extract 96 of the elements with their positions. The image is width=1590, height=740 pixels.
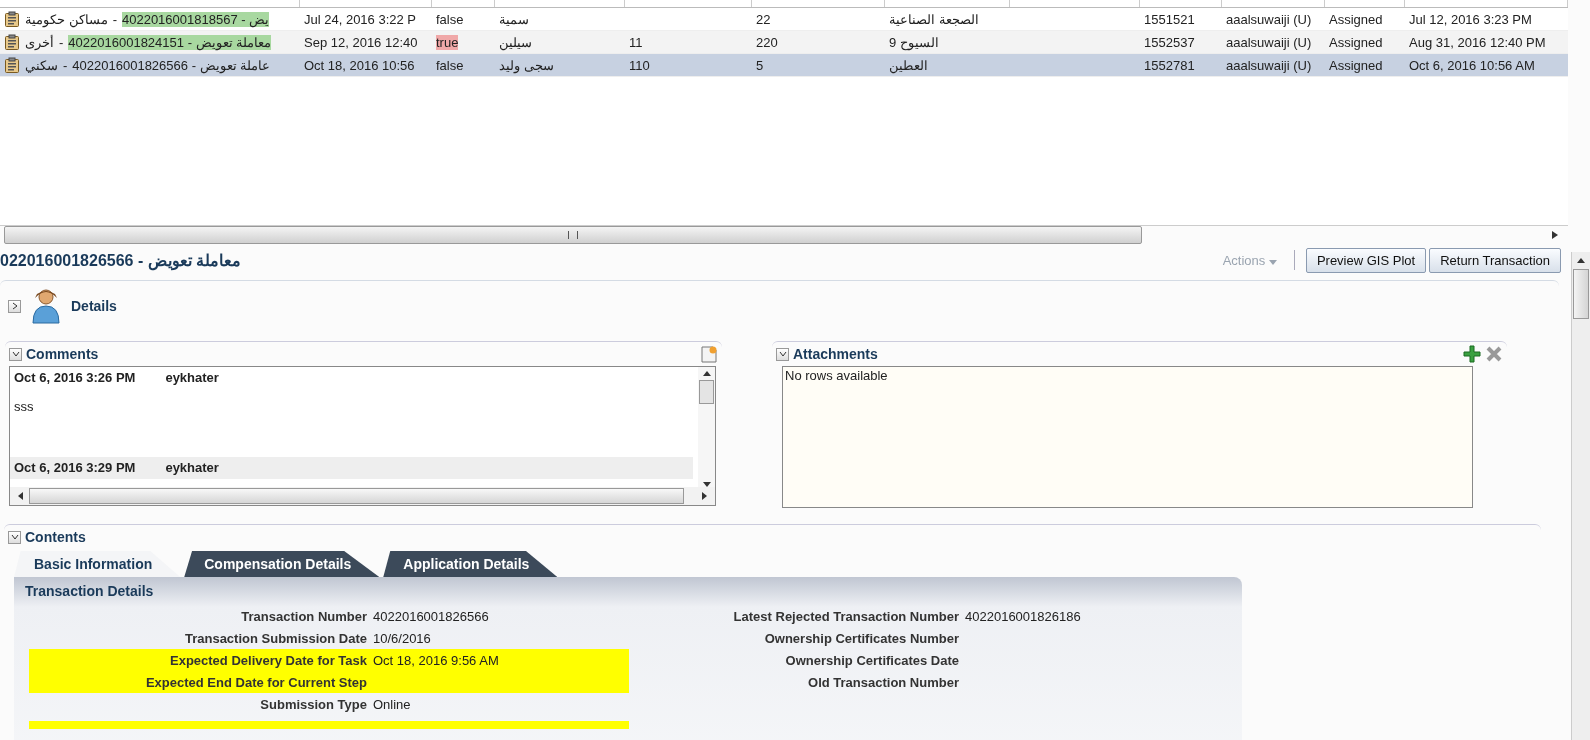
table-cell: العطين	[889, 57, 928, 73]
scroll-up-icon[interactable]	[1577, 258, 1585, 263]
table-cell: aaalsuwaiji (U)	[1226, 57, 1312, 73]
chevron-icon	[778, 350, 787, 358]
section-title: Transaction Details	[24, 583, 155, 601]
table-cell: Jul 12, 2016 3:23 PM	[1409, 11, 1532, 27]
comment-date: Oct 6, 2016 3:26 PM	[14, 369, 136, 385]
transaction-title: 022016001826566 - معاملة تعويض	[0, 250, 242, 270]
table-cell: 4022016001826566 - عاملة تعويض	[72, 57, 271, 73]
comment-author: eykhater	[165, 369, 219, 385]
table-cell: 4022016001824151 - معاملة تعويض	[68, 34, 272, 50]
table-cell: مساكن حكومية	[25, 11, 108, 27]
table-cell: false	[436, 57, 464, 73]
tab[interactable]: Basic Information	[14, 551, 181, 577]
table-cell: Oct 6, 2016 10:56 AM	[1409, 57, 1535, 73]
table-cell: Assigned	[1329, 57, 1383, 73]
scrollbar-thumb[interactable]	[4, 226, 1142, 244]
table-cell: سجى وليد	[499, 57, 554, 73]
table-cell: 11	[629, 34, 643, 50]
scrollbar-thumb[interactable]	[1573, 269, 1589, 319]
scroll-right-icon[interactable]	[1552, 231, 1558, 239]
table-cell: 4022016001818567 - يض	[121, 11, 270, 27]
horizontal-scrollbar[interactable]	[10, 487, 715, 505]
chevron-icon	[10, 302, 19, 310]
table-cell: 1551521	[1144, 11, 1195, 27]
table-cell: 1552537	[1144, 34, 1195, 50]
chevron-icon	[11, 350, 20, 358]
field-value: 4022016001826566	[373, 608, 489, 624]
comment-author: eykhater	[165, 459, 219, 475]
field-value: Oct 18, 2016 9:56 AM	[373, 652, 499, 668]
section-heading: Comments	[26, 346, 99, 362]
section-heading: Contents	[25, 529, 86, 545]
separator: -	[63, 57, 68, 73]
chevron-icon	[10, 533, 19, 541]
expand-toggle[interactable]	[8, 299, 21, 313]
vertical-scrollbar[interactable]	[1571, 252, 1590, 740]
scrollbar-thumb[interactable]	[699, 380, 714, 404]
field-label: Transaction Number	[240, 608, 367, 624]
clipboard-icon	[4, 34, 20, 50]
separator: -	[112, 11, 117, 27]
field-label: Latest Rejected Transaction Number	[732, 608, 959, 624]
table-cell: سمية	[499, 11, 529, 27]
field-label: Old Transaction Number	[807, 674, 959, 690]
table-cell: 110	[629, 57, 650, 73]
collapse-toggle[interactable]	[9, 347, 22, 361]
table-cell: سيلين	[499, 34, 532, 50]
table-cell: 220	[756, 34, 778, 50]
clipboard-icon	[4, 11, 20, 27]
collapse-toggle[interactable]	[776, 347, 789, 361]
field-label: Expected End Date for Current Step	[144, 674, 367, 690]
vertical-scrollbar[interactable]	[698, 367, 715, 487]
table-cell: false	[436, 11, 464, 27]
scrollbar-thumb[interactable]	[29, 488, 684, 504]
table-cell: 1552781	[1144, 57, 1195, 73]
caret-icon	[1268, 259, 1277, 265]
field-label: Ownership Certificates Number	[763, 630, 959, 646]
scroll-right-icon[interactable]	[702, 492, 707, 500]
table-cell: true	[436, 34, 459, 50]
table-cell: 5	[756, 57, 764, 73]
clipboard-icon	[4, 57, 20, 73]
table-cell: Oct 18, 2016 10:56	[304, 57, 415, 73]
table-cell: Aug 31, 2016 12:40 PM	[1409, 34, 1546, 50]
table-cell: Jul 24, 2016 3:22 P	[304, 11, 417, 27]
field-value: Online	[373, 696, 411, 712]
section-heading: Details	[71, 298, 117, 314]
table-cell: 22	[756, 11, 771, 27]
table-cell: Assigned	[1329, 11, 1383, 27]
field-label: Submission Type	[259, 696, 367, 712]
field-label: Expected Delivery Date for Task	[169, 652, 367, 668]
field-value: 10/6/2016	[373, 630, 431, 646]
table-cell: الصجعة الصناعية	[889, 11, 979, 27]
section-heading: Attachments	[793, 346, 878, 362]
toolbar-button[interactable]: Preview GIS Plot	[1305, 247, 1427, 273]
table-cell: السيوح 9	[889, 34, 939, 50]
person-icon	[31, 288, 61, 324]
comment-text: sss	[14, 399, 35, 414]
table-cell: Sep 12, 2016 12:40	[304, 34, 418, 50]
table-cell: Assigned	[1329, 34, 1383, 50]
field-label: Transaction Submission Date	[183, 630, 367, 646]
delete-icon[interactable]	[1485, 345, 1503, 363]
tab[interactable]: Compensation Details	[184, 551, 380, 577]
table-cell: aaalsuwaiji (U)	[1226, 11, 1312, 27]
field-value: 4022016001826186	[965, 608, 1081, 624]
scroll-up-icon[interactable]	[702, 371, 711, 376]
tab[interactable]: Application Details	[383, 551, 558, 577]
empty-message: No rows available	[785, 368, 888, 383]
table-cell: سكني	[25, 57, 58, 73]
field-label: Ownership Certificates Date	[784, 652, 959, 668]
comment-date: Oct 6, 2016 3:29 PM	[14, 459, 136, 475]
scroll-left-icon[interactable]	[18, 492, 23, 500]
add-icon[interactable]	[1463, 345, 1481, 363]
toolbar-button[interactable]: Return Transaction	[1429, 247, 1561, 273]
collapse-toggle[interactable]	[8, 530, 21, 544]
separator: -	[59, 34, 64, 50]
table-cell: aaalsuwaiji (U)	[1226, 34, 1312, 50]
table-cell: أخرى	[25, 34, 54, 50]
